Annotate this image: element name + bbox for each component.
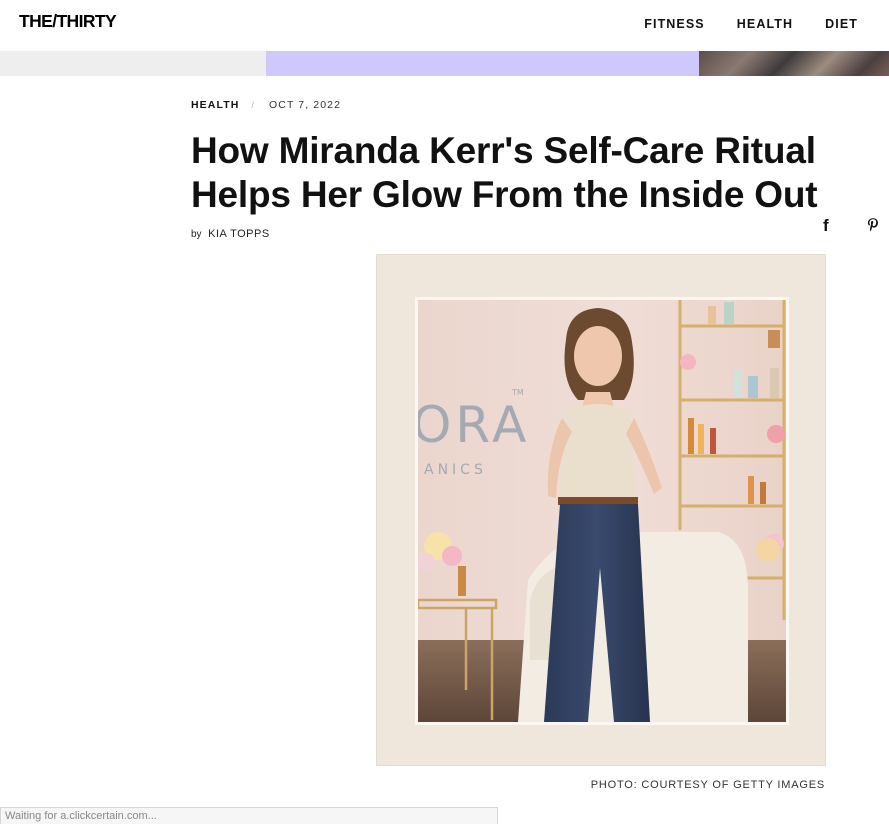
backdrop-text-top: ORA [418, 396, 530, 454]
site-header: THE/THIRTY FITNESS HEALTH DIET [0, 0, 889, 51]
article-meta: HEALTH / OCT 7, 2022 [191, 99, 341, 111]
publish-date: OCT 7, 2022 [269, 99, 342, 111]
backdrop-tm: TM [511, 388, 524, 397]
ad-banner[interactable] [0, 51, 889, 76]
site-logo[interactable]: THE/THIRTY [19, 11, 117, 32]
nav-health[interactable]: HEALTH [737, 17, 793, 31]
byline-prefix: by [191, 229, 202, 240]
browser-status-bar: Waiting for a.clickcertain.com... [0, 807, 498, 824]
nav-fitness[interactable]: FITNESS [644, 17, 704, 31]
meta-separator: / [251, 100, 256, 110]
main-nav: FITNESS HEALTH DIET [644, 17, 858, 31]
author-link[interactable]: KIA TOPPS [208, 228, 270, 240]
pinterest-icon[interactable] [866, 217, 880, 240]
photo-caption: PHOTO: COURTESY OF GETTY IMAGES [590, 779, 825, 791]
backdrop-text-bottom: ANICS [424, 462, 487, 478]
hero-photo: ORA TM ANICS [376, 254, 826, 766]
facebook-icon[interactable]: f [823, 216, 829, 236]
article-title: How Miranda Kerr's Self-Care Ritual Help… [191, 130, 818, 215]
hero-photo-image: ORA TM ANICS [415, 297, 789, 725]
ad-banner-image [699, 51, 889, 76]
ad-banner-middle [266, 51, 699, 76]
ad-banner-left [0, 51, 266, 76]
byline: by KIA TOPPS [191, 228, 270, 240]
category-link[interactable]: HEALTH [191, 99, 239, 111]
nav-diet[interactable]: DIET [825, 17, 858, 31]
